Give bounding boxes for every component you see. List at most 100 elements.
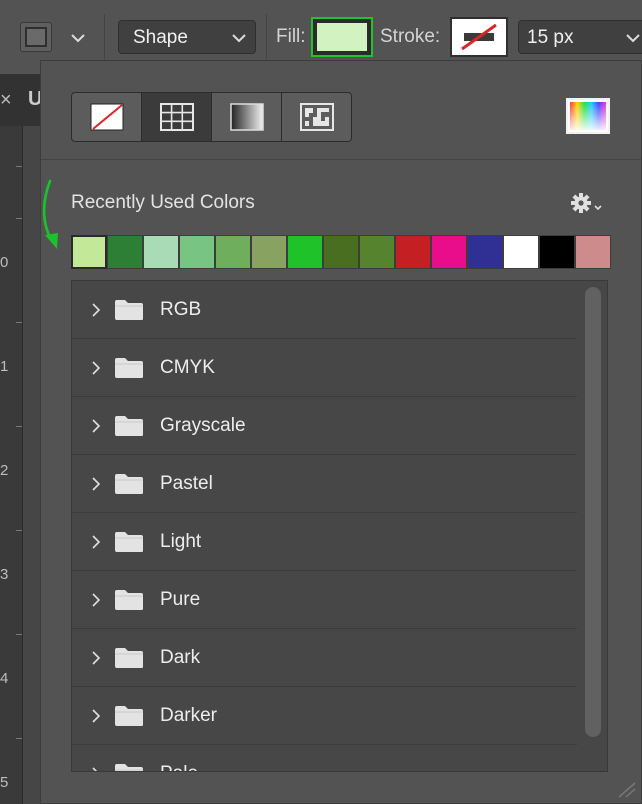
- swatch-folder-item[interactable]: RGB: [72, 281, 577, 339]
- recently-used-colors-title: Recently Used Colors: [71, 192, 255, 213]
- recent-color-swatch[interactable]: [143, 235, 179, 269]
- folder-icon: [115, 474, 143, 494]
- scrollbar-track[interactable]: [577, 281, 607, 771]
- folder-icon: [115, 532, 143, 552]
- recent-color-swatches: [71, 235, 611, 271]
- stroke-label: Stroke:: [380, 26, 441, 47]
- panel-divider: [41, 159, 641, 160]
- ruler-label: 2: [0, 462, 9, 479]
- chevron-right-icon[interactable]: [90, 475, 102, 493]
- recent-color-swatch[interactable]: [323, 235, 359, 269]
- ruler-tick: [16, 738, 22, 739]
- close-tab-icon[interactable]: ×: [0, 89, 12, 112]
- folder-icon: [115, 648, 143, 668]
- shape-mode-label: Shape: [133, 27, 188, 48]
- gradient-button[interactable]: [212, 93, 282, 141]
- recent-color-swatch[interactable]: [287, 235, 323, 269]
- recent-color-swatch[interactable]: [503, 235, 539, 269]
- solid-color-button[interactable]: [142, 93, 212, 141]
- swatch-folder-label: Dark: [160, 647, 201, 668]
- chevron-right-icon[interactable]: [90, 649, 102, 667]
- recent-color-swatch[interactable]: [251, 235, 287, 269]
- folder-icon: [115, 706, 143, 726]
- swatch-folder-label: Pale: [160, 763, 198, 771]
- fill-label: Fill:: [276, 26, 306, 47]
- recent-color-swatch[interactable]: [575, 235, 611, 269]
- swatch-folder-item[interactable]: Pale: [72, 745, 577, 772]
- chevron-right-icon[interactable]: [90, 359, 102, 377]
- swatch-folder-item[interactable]: CMYK: [72, 339, 577, 397]
- swatch-folder-list: RGB CMYK Grayscale Pastel Light Pure Dark Darke…: [71, 280, 608, 772]
- recent-color-swatch[interactable]: [179, 235, 215, 269]
- recent-color-swatch[interactable]: [71, 235, 107, 269]
- color-picker-button[interactable]: [566, 98, 610, 134]
- swatch-folder-item[interactable]: Darker: [72, 687, 577, 745]
- scrollbar-thumb[interactable]: [585, 287, 601, 737]
- fill-color-preview: [317, 23, 367, 51]
- chevron-down-icon[interactable]: [66, 28, 90, 48]
- swatch-folder-label: Grayscale: [160, 415, 246, 436]
- grid-swatch-icon: [159, 103, 194, 131]
- recent-color-swatch[interactable]: [107, 235, 143, 269]
- folder-icon: [115, 416, 143, 436]
- shape-preview-icon: [25, 27, 47, 47]
- resize-grip-icon[interactable]: [615, 779, 637, 799]
- swatch-folder-label: Darker: [160, 705, 218, 726]
- pattern-icon: [299, 103, 334, 131]
- swatch-folder-label: Pastel: [160, 473, 213, 494]
- canvas-area: [23, 126, 40, 804]
- swatches-popup-panel: Recently Used Colors RGB CMYK Grayscale Pas…: [40, 60, 642, 804]
- recent-color-swatch[interactable]: [431, 235, 467, 269]
- recent-color-swatch[interactable]: [395, 235, 431, 269]
- panel-settings-button[interactable]: [569, 191, 603, 215]
- folder-icon: [115, 764, 143, 771]
- toolbar-separator: [104, 14, 105, 60]
- fill-type-selector: [71, 92, 352, 142]
- gradient-icon: [229, 103, 264, 131]
- stroke-color-button[interactable]: [450, 17, 508, 57]
- ruler-tick: [16, 426, 22, 427]
- shape-mode-dropdown[interactable]: Shape: [118, 20, 256, 54]
- chevron-right-icon[interactable]: [90, 417, 102, 435]
- chevron-right-icon[interactable]: [90, 707, 102, 725]
- stroke-width-field[interactable]: 15 px: [518, 20, 622, 54]
- swatch-folder-label: RGB: [160, 299, 202, 320]
- chevron-right-icon[interactable]: [90, 591, 102, 609]
- swatch-folder-item[interactable]: Light: [72, 513, 577, 571]
- chevron-right-icon[interactable]: [90, 301, 102, 319]
- swatch-folder-item[interactable]: Grayscale: [72, 397, 577, 455]
- recent-color-swatch[interactable]: [539, 235, 575, 269]
- stroke-none-icon: [452, 19, 506, 55]
- folder-icon: [115, 590, 143, 610]
- swatch-folder-item[interactable]: Pastel: [72, 455, 577, 513]
- chevron-right-icon[interactable]: [90, 765, 102, 772]
- toolbar-separator: [266, 14, 267, 60]
- recent-color-swatch[interactable]: [467, 235, 503, 269]
- shape-preview-button[interactable]: [20, 22, 52, 52]
- folder-icon: [115, 300, 143, 320]
- swatch-folder-item[interactable]: Dark: [72, 629, 577, 687]
- chevron-down-icon: [626, 34, 640, 43]
- ruler-tick: [16, 166, 22, 167]
- swatch-folder-label: Pure: [160, 589, 201, 610]
- ruler-label: 4: [0, 670, 9, 687]
- chevron-right-icon[interactable]: [90, 533, 102, 551]
- stroke-width-value: 15 px: [527, 27, 574, 48]
- swatch-folder-label: Light: [160, 531, 202, 552]
- pattern-button[interactable]: [282, 93, 351, 141]
- swatch-folder-item[interactable]: Pure: [72, 571, 577, 629]
- none-slash-icon: [90, 103, 123, 131]
- ruler-tick: [16, 218, 22, 219]
- no-color-button[interactable]: [72, 93, 142, 141]
- ruler-tick: [16, 322, 22, 323]
- recent-color-swatch[interactable]: [359, 235, 395, 269]
- chevron-down-icon: [232, 34, 246, 43]
- ruler-label: 5: [0, 774, 9, 791]
- ruler-tick: [16, 530, 22, 531]
- swatch-folder-label: CMYK: [160, 357, 215, 378]
- fill-color-button[interactable]: [311, 17, 373, 57]
- recent-color-swatch[interactable]: [215, 235, 251, 269]
- stroke-width-dropdown[interactable]: [621, 20, 642, 54]
- folder-icon: [115, 358, 143, 378]
- ruler-label: 0: [0, 254, 9, 271]
